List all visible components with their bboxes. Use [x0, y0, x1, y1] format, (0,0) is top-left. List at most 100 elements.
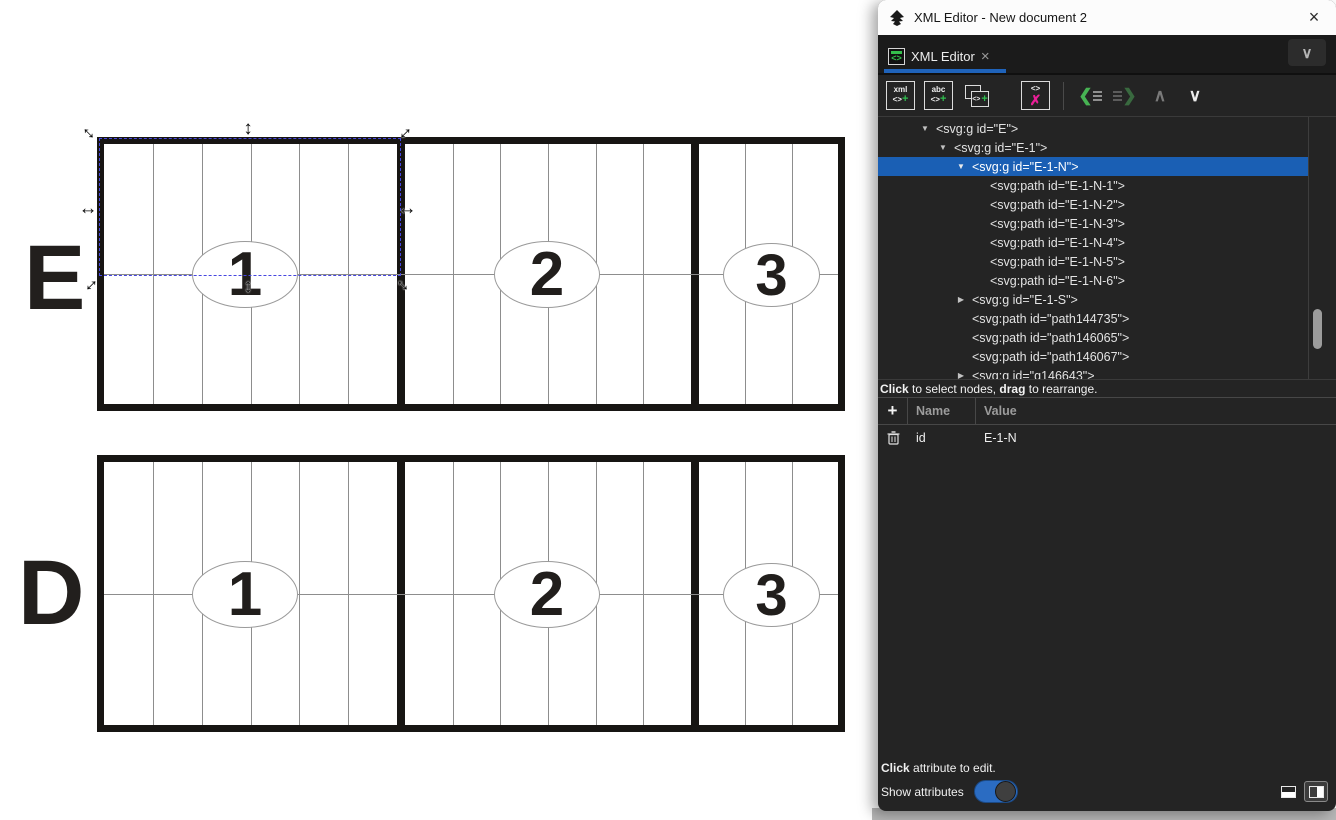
indent-bars	[1113, 89, 1122, 103]
tree-node-label: <svg:g id="g146643">	[972, 369, 1095, 381]
attr-name-cell[interactable]: id	[908, 425, 976, 451]
arrow-up-icon: ∧	[1154, 86, 1166, 106]
attr-name-header: Name	[908, 398, 976, 424]
tree-node[interactable]: ▼ <svg:g id="E-1-N">	[878, 157, 1308, 176]
toolbar-separator	[1063, 82, 1064, 110]
show-attributes-toggle[interactable]	[974, 780, 1018, 803]
plus-icon: +	[981, 94, 987, 105]
tree-node-label: <svg:g id="E">	[936, 122, 1018, 136]
duplicate-front-rect: <>+	[971, 91, 989, 107]
tree-hint-text: Click to select nodes, drag to rearrange…	[878, 380, 1336, 398]
tree-node[interactable]: <svg:path id="path146067">	[878, 347, 1308, 366]
tree-node[interactable]: ▼ <svg:g id="E">	[878, 119, 1308, 138]
ellipse-label-1[interactable]: 1	[192, 561, 298, 628]
dialog-title: XML Editor - New document 2	[914, 10, 1087, 25]
tree-node[interactable]: <svg:path id="path144735">	[878, 309, 1308, 328]
xml-editor-dialog: XML Editor - New document 2 × <> XML Edi…	[878, 0, 1336, 811]
attribute-hint-text: Click attribute to edit.	[880, 761, 1328, 775]
ellipse-label-2[interactable]: 2	[494, 241, 600, 308]
attribute-table-header: + Name Value	[878, 398, 1336, 425]
tree-node[interactable]: <svg:path id="E-1-N-6">	[878, 271, 1308, 290]
unindent-bars	[1093, 89, 1102, 103]
close-icon[interactable]: ×	[1302, 7, 1326, 28]
xml-editor-tab-icon: <>	[888, 48, 905, 65]
move-node-down-button[interactable]: ∨	[1182, 83, 1208, 109]
tree-node[interactable]: <svg:path id="E-1-N-2">	[878, 195, 1308, 214]
attribute-row[interactable]: id E-1-N	[878, 425, 1336, 451]
tab-overflow-button[interactable]: ∨	[1288, 39, 1326, 66]
new-element-node-button[interactable]: xml <>+	[886, 81, 915, 110]
inkscape-logo-icon	[888, 9, 906, 27]
tree-node-label: <svg:path id="path146067">	[972, 350, 1129, 364]
xml-node-tree: ▼ <svg:g id="E"> ▼ <svg:g id="E-1"> ▼ <svg:g …	[878, 116, 1336, 380]
layout-columns-button[interactable]	[1304, 781, 1328, 802]
resize-handle-middle-left[interactable]: ↔	[77, 198, 99, 220]
tab-label: XML Editor	[911, 49, 975, 64]
tree-node-label: <svg:path id="E-1-N-3">	[990, 217, 1125, 231]
chevron-down-icon: ∨	[1302, 44, 1313, 62]
layout-rows-button[interactable]	[1276, 781, 1300, 802]
collapse-icon[interactable]: ▼	[954, 162, 968, 171]
add-attribute-button[interactable]: +	[878, 398, 908, 424]
resize-handle-top-center[interactable]: ↕	[237, 118, 259, 140]
plus-icon: +	[902, 93, 908, 105]
scrollbar-thumb[interactable]	[1313, 309, 1322, 349]
tree-node[interactable]: <svg:path id="E-1-N-4">	[878, 233, 1308, 252]
tree-node[interactable]: <svg:path id="E-1-N-1">	[878, 176, 1308, 195]
expand-icon[interactable]: ▶	[954, 371, 968, 380]
tree-node[interactable]: ▶ <svg:g id="E-1-S">	[878, 290, 1308, 309]
attr-value-cell[interactable]: E-1-N	[976, 431, 1017, 445]
ellipse-label-3[interactable]: 3	[723, 563, 820, 627]
delete-attribute-button[interactable]	[878, 431, 908, 445]
delete-node-button[interactable]: <> ✗	[1021, 81, 1050, 110]
canvas-text-D[interactable]: D	[18, 547, 82, 639]
resize-handle-middle-right[interactable]: ↔	[396, 198, 418, 220]
tree-node[interactable]: ▶ <svg:g id="g146643">	[878, 366, 1308, 380]
tree-node-label: <svg:g id="E-1-N">	[972, 160, 1079, 174]
collapse-icon[interactable]: ▼	[936, 143, 950, 152]
collapse-icon[interactable]: ▼	[918, 124, 932, 133]
drawing-row-D[interactable]: 1 2 3	[97, 455, 845, 732]
attr-value-header: Value	[976, 404, 1017, 418]
ellipse-label-3[interactable]: 3	[723, 243, 820, 307]
tree-node-label: <svg:path id="path144735">	[972, 312, 1129, 326]
expand-icon[interactable]: ▶	[954, 295, 968, 304]
ellipse-label-2[interactable]: 2	[494, 561, 600, 628]
layout-columns-icon	[1309, 786, 1324, 798]
dialog-footer: Click attribute to edit. Show attributes	[878, 758, 1336, 811]
tree-node-label: <svg:path id="path146065">	[972, 331, 1129, 345]
plus-icon: +	[940, 93, 946, 105]
attribute-area-empty	[878, 451, 1336, 758]
tab-close-icon[interactable]: ×	[981, 48, 990, 65]
tree-node[interactable]: <svg:path id="path146065">	[878, 328, 1308, 347]
trash-icon	[887, 431, 900, 445]
tree-node-label: <svg:g id="E-1">	[954, 141, 1047, 155]
unindent-node-button[interactable]: ❮	[1077, 83, 1103, 109]
tree-node-label: <svg:g id="E-1-S">	[972, 293, 1078, 307]
active-tab-underline	[884, 69, 1006, 73]
move-node-up-button[interactable]: ∧	[1147, 83, 1173, 109]
indent-node-button[interactable]: ❯	[1112, 83, 1138, 109]
tree-scrollbar[interactable]	[1308, 117, 1325, 379]
selection-dashed-rect	[99, 138, 401, 276]
tree-node-label: <svg:path id="E-1-N-2">	[990, 198, 1125, 212]
show-attributes-label: Show attributes	[880, 785, 964, 799]
tree-node[interactable]: <svg:path id="E-1-N-3">	[878, 214, 1308, 233]
canvas-text-E[interactable]: E	[24, 232, 83, 324]
toggle-knob	[995, 781, 1016, 802]
indent-icon: ❯	[1122, 86, 1136, 106]
tree-node-label: <svg:path id="E-1-N-6">	[990, 274, 1125, 288]
dialog-titlebar: XML Editor - New document 2 ×	[878, 0, 1336, 35]
tree-node-label: <svg:path id="E-1-N-4">	[990, 236, 1125, 250]
duplicate-node-button[interactable]: <>+	[962, 81, 991, 110]
tree-list: ▼ <svg:g id="E"> ▼ <svg:g id="E-1"> ▼ <svg:g …	[878, 119, 1308, 380]
resize-handle-bottom-center[interactable]: ↕	[237, 276, 259, 298]
tab-strip: <> XML Editor × ∨	[878, 35, 1336, 75]
delete-x-icon: ✗	[1030, 93, 1042, 107]
tree-node-label: <svg:path id="E-1-N-5">	[990, 255, 1125, 269]
new-text-node-button[interactable]: abc <>+	[924, 81, 953, 110]
xml-toolbar: xml <>+ abc <>+ <>+ <> ✗ ❮	[878, 75, 1336, 116]
tree-node[interactable]: <svg:path id="E-1-N-5">	[878, 252, 1308, 271]
arrow-down-icon: ∨	[1189, 86, 1201, 106]
tree-node[interactable]: ▼ <svg:g id="E-1">	[878, 138, 1308, 157]
